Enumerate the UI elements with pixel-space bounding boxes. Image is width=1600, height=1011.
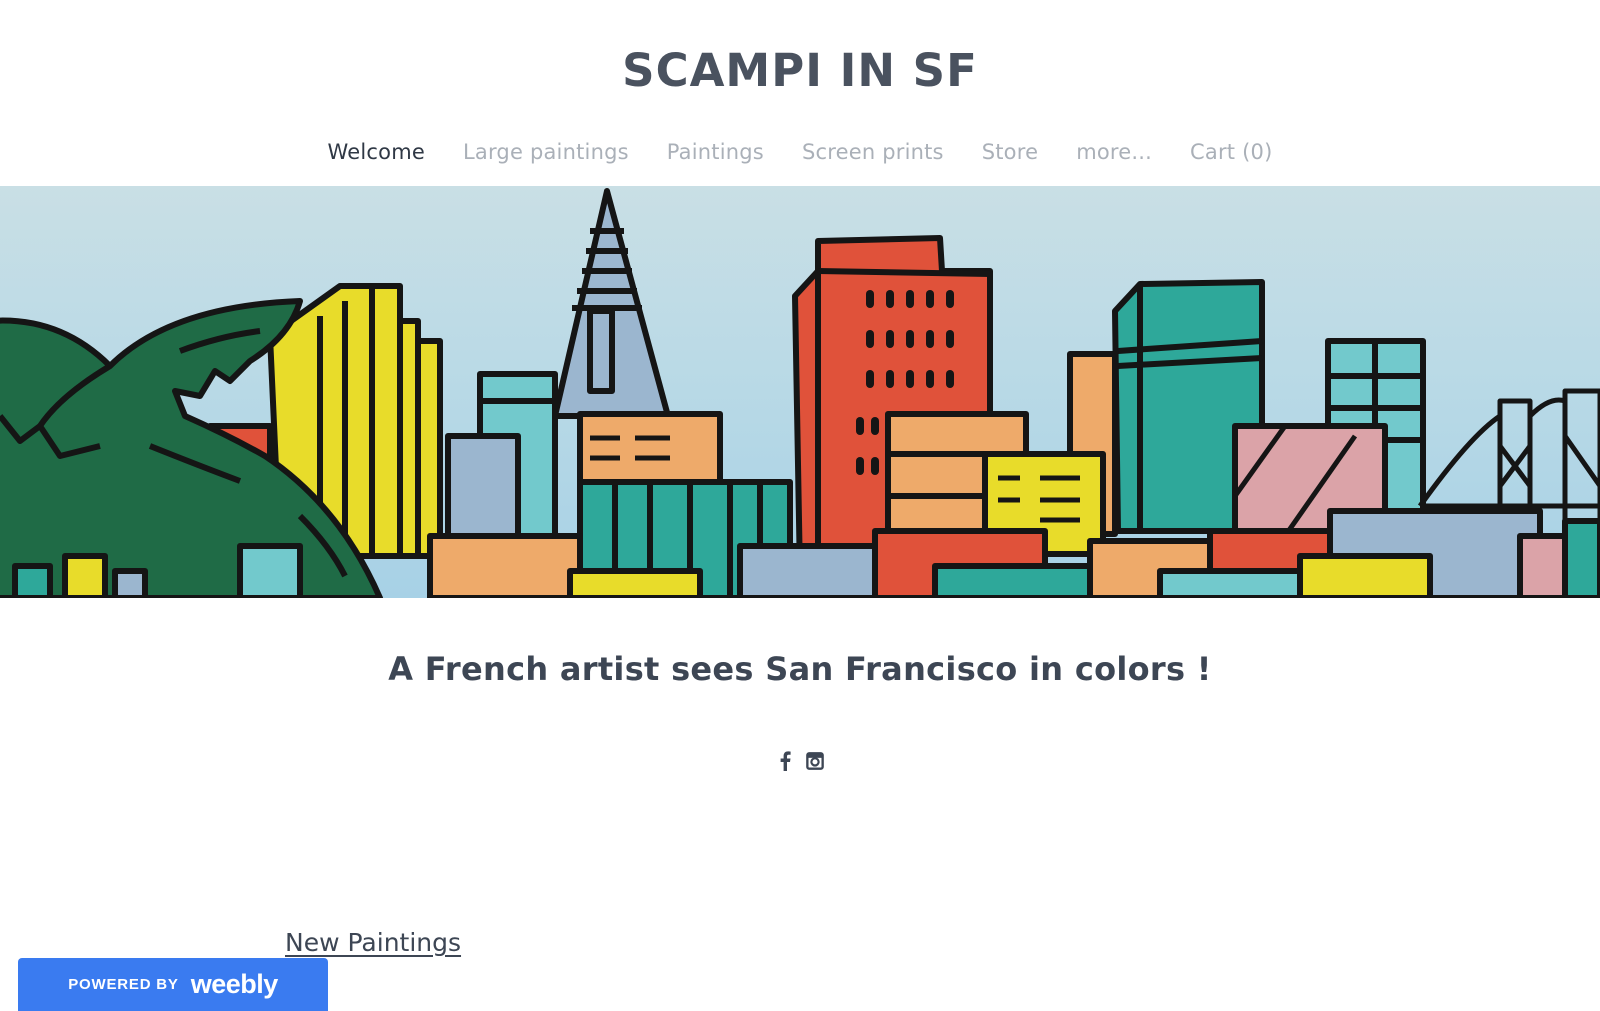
weebly-logo: weebly xyxy=(190,969,279,999)
nav-item-cart[interactable]: Cart (0) xyxy=(1171,138,1291,166)
instagram-icon[interactable] xyxy=(806,750,824,772)
main-nav: Welcome Large paintings Paintings Screen… xyxy=(0,138,1600,166)
nav-item-welcome[interactable]: Welcome xyxy=(309,138,444,166)
new-paintings-link[interactable]: New Paintings xyxy=(285,928,461,957)
nav-item-paintings[interactable]: Paintings xyxy=(648,138,783,166)
nav-item-store[interactable]: Store xyxy=(963,138,1058,166)
nav-item-screen-prints[interactable]: Screen prints xyxy=(783,138,963,166)
powered-by-weebly-badge[interactable]: POWERED BY weebly xyxy=(18,958,328,1011)
cityscape-painting xyxy=(0,188,1600,598)
nav-item-more[interactable]: more... xyxy=(1057,138,1171,166)
social-links xyxy=(0,750,1600,772)
facebook-icon[interactable] xyxy=(776,750,794,772)
transamerica-pyramid xyxy=(552,188,671,419)
tagline: A French artist sees San Francisco in co… xyxy=(388,650,1212,688)
banner-image xyxy=(0,186,1600,598)
powered-by-label: POWERED BY xyxy=(68,976,179,993)
orange-building-center xyxy=(577,411,723,485)
site-title[interactable]: SCAMPI IN SF xyxy=(0,44,1600,97)
nav-item-large-paintings[interactable]: Large paintings xyxy=(444,138,648,166)
light-blue-building xyxy=(445,371,558,544)
